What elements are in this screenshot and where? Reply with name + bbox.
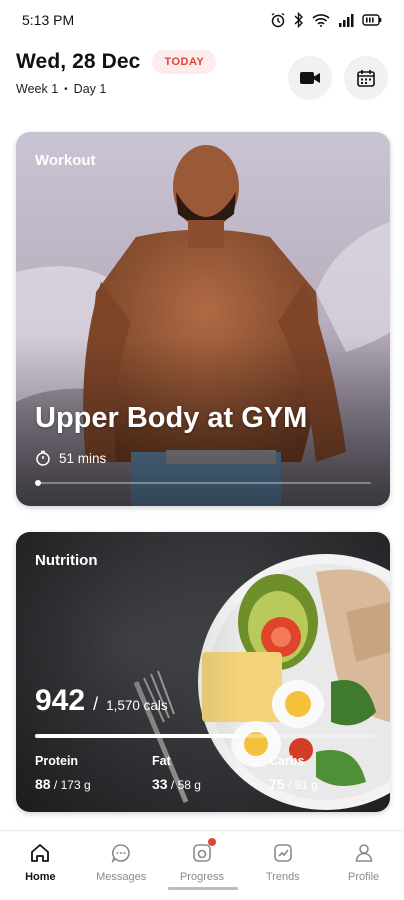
home-icon — [28, 841, 52, 865]
nav-label: Profile — [347, 871, 380, 883]
separator-dot: • — [64, 83, 68, 95]
signal-icon — [339, 14, 354, 27]
home-indicator — [168, 887, 238, 890]
chat-icon — [109, 841, 133, 865]
workout-progress-indicator — [35, 480, 41, 486]
macro-protein: Protein 88 / 173 g — [35, 754, 152, 792]
calories-row: 942 / 1,570 cals — [35, 684, 168, 718]
macro-value: 88 / 173 g — [35, 776, 91, 792]
nav-profile[interactable]: Profile — [324, 841, 404, 900]
nav-label: Messages — [96, 871, 147, 883]
calories-progress-fill — [35, 734, 239, 738]
nutrition-label: Nutrition — [35, 552, 98, 569]
progress-icon — [190, 838, 216, 865]
workout-duration: 51 mins — [59, 450, 107, 466]
workout-title: Upper Body at GYM — [35, 402, 308, 434]
nav-label: Trends — [265, 871, 300, 883]
header-actions — [288, 56, 388, 100]
today-badge: TODAY — [152, 50, 217, 74]
header: Wed, 28 Dec TODAY Week 1 • Day 1 — [16, 50, 388, 110]
nav-progress[interactable]: Progress — [162, 838, 242, 900]
calories-separator: / — [93, 694, 99, 714]
workout-card[interactable]: Workout Upper Body at GYM 51 mins — [16, 132, 390, 506]
alarm-icon — [271, 12, 285, 28]
macros-row: Protein 88 / 173 g Fat 33 / 58 g Carbs 7… — [35, 754, 386, 792]
macro-fat: Fat 33 / 58 g — [152, 754, 269, 792]
video-call-button[interactable] — [288, 56, 332, 100]
macro-value: 33 / 58 g — [152, 776, 201, 792]
status-bar: 5:13 PM — [0, 0, 404, 40]
nav-label: Home — [25, 871, 56, 883]
nav-messages[interactable]: Messages — [81, 841, 161, 900]
calories-consumed: 942 — [35, 684, 86, 717]
macro-name: Fat — [152, 754, 171, 768]
notification-dot — [207, 838, 216, 846]
nutrition-card[interactable]: Nutrition 942 / 1,570 cals Protein 88 / … — [16, 532, 390, 812]
workout-label: Workout — [35, 152, 96, 169]
stopwatch-icon — [36, 450, 50, 466]
macro-value: 75 / 91 g — [269, 776, 318, 792]
macro-carbs: Carbs 75 / 91 g — [269, 754, 386, 792]
macro-name: Protein — [35, 754, 79, 768]
battery-icon — [362, 14, 382, 26]
calories-progress-track — [35, 734, 375, 738]
date-title[interactable]: Wed, 28 Dec — [16, 50, 140, 74]
status-icons — [270, 12, 382, 28]
nav-home[interactable]: Home — [0, 841, 80, 900]
bluetooth-icon — [294, 12, 303, 28]
trends-icon — [271, 841, 295, 865]
workout-progress-track — [35, 482, 371, 484]
status-time: 5:13 PM — [22, 12, 75, 28]
nav-trends[interactable]: Trends — [243, 841, 323, 900]
calendar-button[interactable] — [344, 56, 388, 100]
macro-name: Carbs — [269, 754, 305, 768]
week-label: Week 1 — [16, 82, 59, 96]
calendar-icon — [357, 70, 375, 87]
duration-row: 51 mins — [35, 450, 106, 466]
calories-target: 1,570 cals — [106, 698, 168, 713]
profile-icon — [352, 841, 376, 865]
nav-label: Progress — [179, 871, 224, 883]
wifi-icon — [312, 14, 330, 27]
day-label: Day 1 — [73, 82, 107, 96]
video-camera-icon — [300, 72, 320, 84]
